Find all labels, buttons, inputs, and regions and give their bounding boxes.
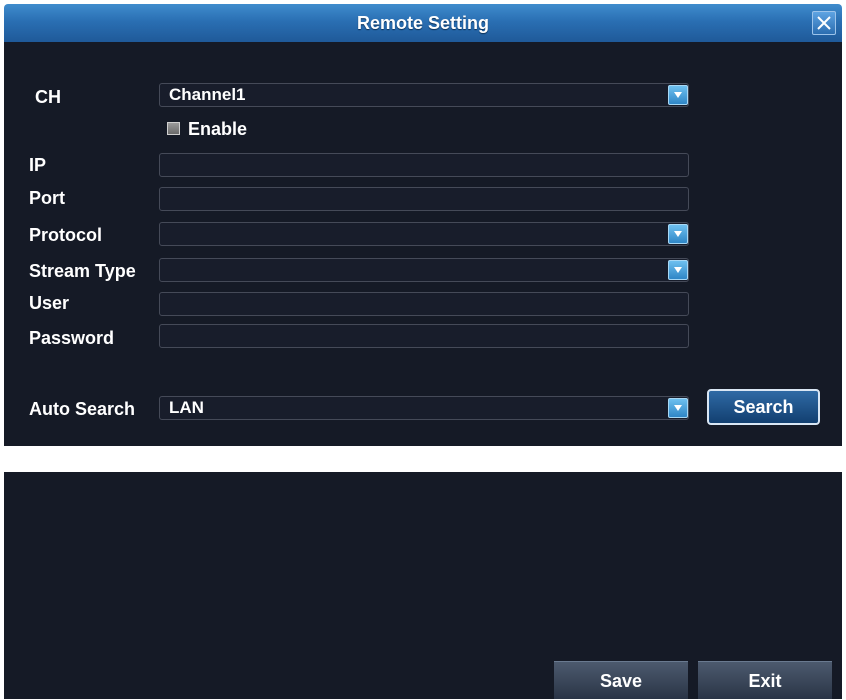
auto-search-select[interactable]: LAN — [159, 396, 689, 420]
port-label: Port — [29, 188, 65, 208]
protocol-label: Protocol — [29, 225, 103, 245]
user-field[interactable] — [159, 292, 689, 316]
password-field[interactable] — [159, 324, 689, 348]
dialog-title: Remote Setting — [356, 13, 489, 33]
settings-panel: CH Channel1 Enable IP Port Protocol Stre… — [4, 42, 842, 446]
search-button[interactable]: Search — [707, 389, 820, 425]
title-bar: Remote Setting — [4, 4, 842, 42]
stream-type-select[interactable] — [159, 258, 689, 282]
protocol-select[interactable] — [159, 222, 689, 246]
ip-label: IP — [29, 155, 47, 175]
channel-select[interactable]: Channel1 — [159, 83, 689, 107]
footer-panel: Save Exit — [4, 472, 842, 699]
password-label: Password — [29, 328, 115, 348]
close-button[interactable] — [812, 11, 836, 35]
save-button[interactable]: Save — [554, 661, 688, 699]
user-label: User — [29, 293, 70, 313]
ch-label: CH — [35, 87, 61, 107]
remote-setting-dialog: Remote Setting CH Channel1 Enable IP Por… — [0, 0, 846, 699]
channel-dropdown-button[interactable] — [668, 85, 688, 105]
enable-checkbox[interactable] — [167, 122, 180, 135]
search-results-list[interactable] — [4, 446, 842, 472]
stream-type-label: Stream Type — [29, 261, 136, 281]
port-field[interactable] — [159, 187, 689, 211]
auto-search-dropdown-button[interactable] — [668, 398, 688, 418]
protocol-dropdown-button[interactable] — [668, 224, 688, 244]
ip-field[interactable] — [159, 153, 689, 177]
enable-label: Enable — [188, 119, 248, 139]
exit-button[interactable]: Exit — [698, 661, 832, 699]
auto-search-value: LAN — [169, 398, 204, 417]
stream-type-dropdown-button[interactable] — [668, 260, 688, 280]
auto-search-label: Auto Search — [29, 399, 136, 419]
channel-value: Channel1 — [169, 85, 246, 104]
